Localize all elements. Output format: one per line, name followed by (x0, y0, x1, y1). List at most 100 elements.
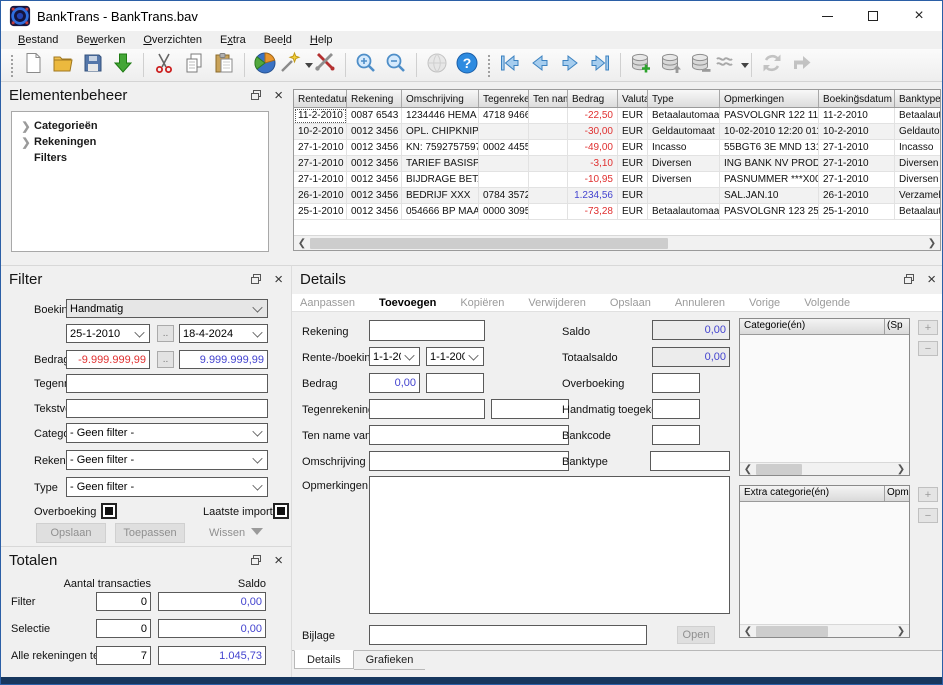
scroll-right-icon[interactable]: ❯ (893, 464, 909, 475)
action-opslaan[interactable]: Opslaan (610, 297, 651, 309)
table-cell[interactable] (529, 188, 568, 204)
table-cell[interactable]: 27-1-2010 (819, 140, 895, 156)
bedrag-extra-input[interactable] (426, 373, 484, 393)
menu-item-bestand[interactable]: Bestand (9, 33, 67, 47)
menu-item-bewerken[interactable]: Bewerken (67, 33, 134, 47)
table-cell[interactable] (479, 124, 529, 140)
table-cell[interactable] (479, 172, 529, 188)
scrollbar-thumb[interactable] (756, 626, 828, 637)
table-row[interactable]: 10-2-20100012 3456 78OPL. CHIPKNIP 02211… (294, 124, 940, 140)
table-cell[interactable]: Geldautomaat (895, 124, 941, 140)
boekingsdatum-select[interactable]: 1-1-2000 (426, 347, 484, 366)
table-cell[interactable]: 55BGT6 3E MND 131109-1... (720, 140, 819, 156)
add-extra-category-button[interactable]: + (918, 487, 938, 502)
table-cell[interactable]: 0012 3456 78 (347, 124, 402, 140)
opslaan-button[interactable]: Opslaan (36, 523, 106, 543)
toolbar-drag-handle[interactable] (486, 53, 491, 77)
table-cell[interactable]: TARIEF BASISPAKKET ... (402, 156, 479, 172)
tab-details[interactable]: Details (294, 650, 354, 669)
banktype-input[interactable] (650, 451, 730, 471)
remove-category-button[interactable]: − (918, 341, 938, 356)
table-cell[interactable]: SAL.JAN.10 (720, 188, 819, 204)
menu-item-overzichten[interactable]: Overzichten (134, 33, 211, 47)
opmerkingen-textarea[interactable] (369, 476, 730, 614)
table-cell[interactable]: 0784 3572 90 (479, 188, 529, 204)
table-cell[interactable]: 0012 3456 78 (347, 204, 402, 220)
table-cell[interactable]: 11-2-2010 (294, 108, 347, 124)
scroll-left-icon[interactable]: ❮ (740, 626, 756, 637)
boekingsdatum-select[interactable]: Handmatig (66, 299, 268, 318)
table-row[interactable]: 25-1-20100012 3456 78054666 BP MAASTRICH… (294, 204, 940, 220)
table-cell[interactable]: 27-1-2010 (294, 156, 347, 172)
bankcode-input[interactable] (652, 425, 700, 445)
chevron-right-icon[interactable]: ❯ (18, 120, 34, 133)
table-cell[interactable]: 0012 3456 78 (347, 140, 402, 156)
close-panel-icon[interactable]: × (274, 553, 283, 568)
type-select[interactable]: - Geen filter - (66, 477, 268, 497)
table-cell[interactable]: 10-02-2010 12:20 011 481... (720, 124, 819, 140)
close-panel-icon[interactable]: × (274, 272, 283, 287)
date-to-select[interactable]: 18-4-2024 (179, 324, 268, 343)
magic-wand-button[interactable] (280, 51, 310, 79)
minimize-button[interactable] (804, 1, 850, 31)
table-row[interactable]: 27-1-20100012 3456 78BIJDRAGE BETAALPAS … (294, 172, 940, 188)
scroll-left-icon[interactable]: ❮ (740, 464, 756, 475)
previous-record-button[interactable] (525, 51, 555, 79)
action-kopiëren[interactable]: Kopiëren (460, 297, 504, 309)
table-cell[interactable]: Diversen (648, 172, 720, 188)
table-cell[interactable]: 0002 4455 88 (479, 140, 529, 156)
table-cell[interactable]: 0012 3456 78 (347, 172, 402, 188)
column-header-opmerkingen[interactable]: Opmerkingen (720, 90, 819, 107)
toepassen-button[interactable]: Toepassen (115, 523, 185, 543)
menu-item-beeld[interactable]: Beeld (255, 33, 301, 47)
table-cell[interactable]: 25-1-2010 (294, 204, 347, 220)
overboeking-checkbox[interactable] (101, 503, 117, 519)
refresh-button[interactable] (757, 51, 787, 79)
float-panel-icon[interactable] (250, 554, 262, 566)
bedrag-range-button[interactable]: .. (157, 351, 174, 368)
toolbar-drag-handle[interactable] (9, 53, 14, 77)
tekstvelden-input[interactable] (66, 399, 268, 418)
table-cell[interactable]: -22,50 (568, 108, 618, 124)
table-cell[interactable]: -30,00 (568, 124, 618, 140)
db-remove-button[interactable] (686, 51, 716, 79)
table-row[interactable]: 27-1-20100012 3456 78KN: 759275759759777… (294, 140, 940, 156)
float-panel-icon[interactable] (903, 273, 915, 285)
db-add-button[interactable] (626, 51, 656, 79)
column-header-rentedatum[interactable]: Rentedatum (294, 90, 347, 107)
dropdown-caret-icon[interactable] (741, 63, 749, 68)
table-cell[interactable]: -73,28 (568, 204, 618, 220)
bedrag-max-input[interactable]: 9.999.999,99 (179, 350, 268, 369)
globe-button[interactable] (422, 51, 452, 79)
bic-input[interactable] (491, 399, 569, 419)
table-cell[interactable] (648, 188, 720, 204)
table-cell[interactable] (479, 156, 529, 172)
table-cell[interactable]: 1234446 HEMA DE075 ... (402, 108, 479, 124)
table-cell[interactable]: BEDRIJF XXX (402, 188, 479, 204)
column-header-ten-name-v-[interactable]: Ten name v... (529, 90, 568, 107)
scrollbar-thumb[interactable] (756, 464, 802, 475)
categorie-select[interactable]: - Geen filter - (66, 423, 268, 443)
bijlage-input[interactable] (369, 625, 647, 645)
scroll-right-icon[interactable]: ❯ (924, 238, 940, 249)
wissen-dropdown-icon[interactable] (251, 528, 263, 535)
first-record-button[interactable] (495, 51, 525, 79)
table-cell[interactable]: -10,95 (568, 172, 618, 188)
table-cell[interactable]: Incasso (895, 140, 941, 156)
float-panel-icon[interactable] (250, 273, 262, 285)
next-record-button[interactable] (555, 51, 585, 79)
laatste-import-checkbox[interactable] (273, 503, 289, 519)
table-cell[interactable]: 4718 9466 33 (479, 108, 529, 124)
action-toevoegen[interactable]: Toevoegen (379, 297, 436, 309)
scrollbar-thumb[interactable] (310, 238, 668, 249)
add-category-button[interactable]: + (918, 320, 938, 335)
zoom-out-button[interactable] (381, 51, 411, 79)
table-cell[interactable]: Geldautomaat (648, 124, 720, 140)
column-header-boekingsdatum[interactable]: Boekingsdatum⌄ (819, 90, 895, 107)
table-cell[interactable]: 26-1-2010 (294, 188, 347, 204)
omschrijving-input[interactable] (369, 451, 569, 471)
maximize-button[interactable] (850, 1, 896, 31)
table-cell[interactable]: 25-1-2010 (819, 204, 895, 220)
table-cell[interactable]: EUR (618, 108, 648, 124)
table-cell[interactable]: 26-1-2010 (819, 188, 895, 204)
